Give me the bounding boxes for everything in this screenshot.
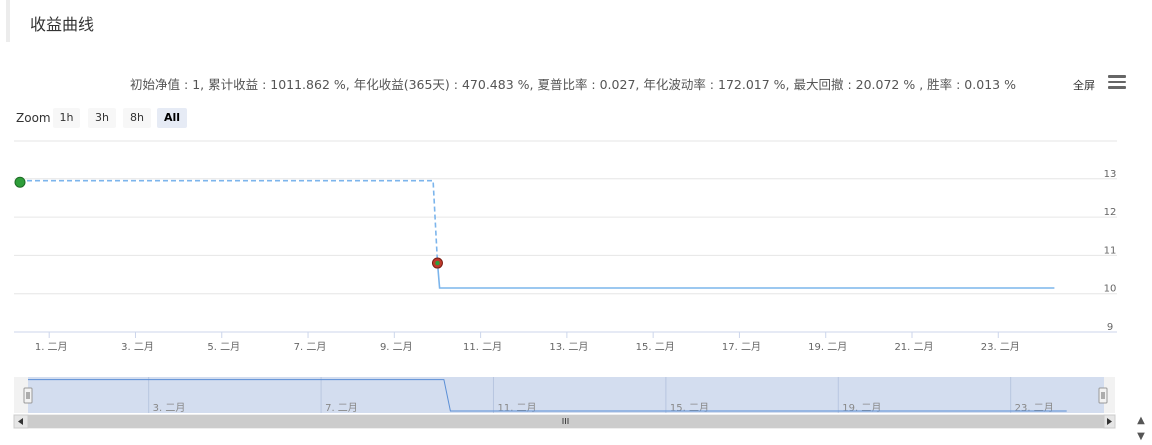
x-tick-label: 1. 二月 [35, 341, 68, 353]
navigator-tick-label: 11. 二月 [497, 402, 536, 414]
series-lines [19, 179, 1055, 289]
navigator-tick-label: 19. 二月 [842, 402, 881, 414]
grid-lines [14, 140, 1117, 333]
navigator-tick-label: 15. 二月 [670, 402, 709, 414]
series-line-1 [19, 179, 439, 264]
y-tick-label: 11 [1104, 245, 1117, 256]
navigator[interactable]: 3. 二月 7. 二月 11. 二月 15. 二月 19. 二月 23. 二月 [14, 377, 1115, 414]
x-tick-label: 13. 二月 [549, 341, 588, 353]
x-tick-label: 23. 二月 [981, 341, 1020, 353]
navigator-selected-range[interactable] [28, 377, 1104, 413]
x-tick-label: 19. 二月 [808, 341, 847, 353]
y-tick-label: 13 [1104, 169, 1117, 180]
x-axis: 1. 二月 3. 二月 5. 二月 7. 二月 9. 二月 11. 二月 13. 二月 15.… [14, 331, 1117, 353]
navigator-tick-label: 23. 二月 [1015, 402, 1054, 414]
y-tick-label: 9 [1107, 322, 1113, 333]
series-line-2 [436, 263, 1055, 289]
scrollbar[interactable] [13, 414, 1116, 429]
x-tick-label: 5. 二月 [207, 341, 240, 353]
y-tick-label: 10 [1104, 284, 1117, 295]
x-tick-label: 21. 二月 [894, 341, 933, 353]
navigator-tick-label: 3. 二月 [153, 402, 186, 414]
navigator-left-handle[interactable] [23, 387, 33, 404]
navigator-right-handle[interactable] [1098, 387, 1108, 404]
marker-point [14, 176, 26, 188]
navigator-tick-label: 7. 二月 [325, 402, 358, 414]
equity-chart: 9 10 11 12 13 1. 二月 3. 二月 5. 二月 7. 二月 9. 二月 11. 二… [13, 140, 1117, 429]
x-tick-label: 11. 二月 [463, 341, 502, 353]
chevron-down-icon[interactable]: ▼ [1131, 430, 1151, 444]
x-tick-label: 9. 二月 [380, 341, 413, 353]
marker-point-inner [435, 260, 440, 266]
x-tick-label: 7. 二月 [294, 341, 327, 353]
y-tick-label: 12 [1104, 207, 1117, 218]
series-markers [14, 176, 443, 269]
chevron-up-icon[interactable]: ▲ [1131, 414, 1151, 428]
x-tick-label: 15. 二月 [636, 341, 675, 353]
x-tick-label: 17. 二月 [722, 341, 761, 353]
x-tick-label: 3. 二月 [121, 341, 154, 353]
y-axis: 9 10 11 12 13 [1104, 169, 1117, 333]
